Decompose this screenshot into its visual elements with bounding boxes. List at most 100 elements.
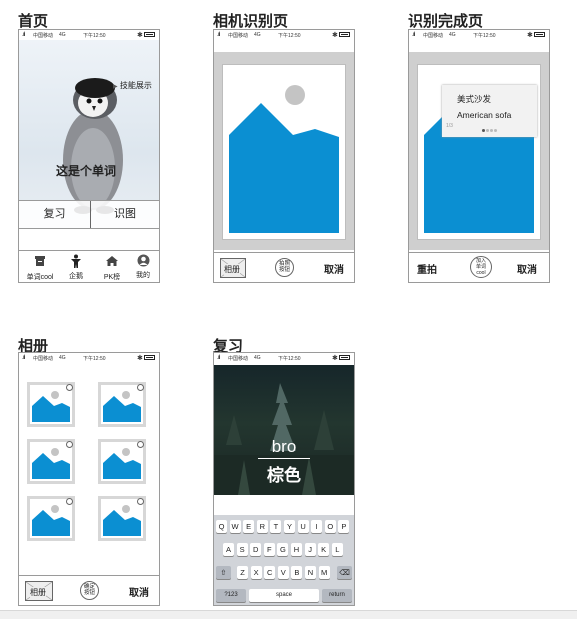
camera-bottom-bar: 相册 拍照 按钮 取消 — [214, 252, 354, 282]
photo-thumbnail[interactable] — [98, 496, 146, 541]
archive-icon — [35, 256, 45, 266]
word-english: bro — [271, 437, 297, 456]
key-l[interactable]: L — [331, 543, 343, 556]
tab-penguin[interactable]: 企鹅 — [61, 254, 91, 282]
phone-camera: .ııl 中国移动 4G 下午12:50 ✱ 相册 拍照 按钮 取消 — [213, 29, 355, 283]
confirm-button[interactable]: 确定 按钮 — [80, 581, 99, 600]
phone-review: .ııl 中国移动 4G 下午12:50 ✱ bro 棕色 QWERTYUIOP… — [213, 352, 355, 606]
bluetooth-icon: ✱ — [137, 32, 143, 39]
word-card[interactable]: 美式沙发 American sofa 1/3 — [442, 85, 537, 137]
key-i[interactable]: I — [311, 520, 323, 533]
key-s[interactable]: S — [236, 543, 248, 556]
status-bar: .ııl 中国移动 4G 下午12:50 ✱ — [19, 30, 159, 40]
album-button[interactable]: 相册 — [25, 581, 53, 601]
numbers-key[interactable]: ?123 — [216, 589, 246, 602]
key-t[interactable]: T — [270, 520, 282, 533]
key-h[interactable]: H — [291, 543, 302, 556]
shift-key[interactable]: ⇧ — [216, 566, 231, 579]
key-k[interactable]: K — [318, 543, 330, 556]
word-chinese: 棕色 — [267, 466, 301, 485]
key-p[interactable]: P — [338, 520, 350, 533]
network-label: 4G — [59, 355, 66, 361]
cancel-button[interactable]: 取消 — [517, 261, 537, 276]
carrier-label: 中国移动 — [228, 33, 249, 39]
bluetooth-icon: ✱ — [332, 32, 338, 39]
carrier-label: 中国移动 — [423, 33, 444, 39]
tab-wordcool[interactable]: 单词cool — [23, 254, 57, 282]
network-label: 4G — [59, 32, 66, 38]
select-circle[interactable] — [137, 384, 144, 391]
key-x[interactable]: X — [250, 566, 262, 579]
key-w[interactable]: W — [229, 520, 241, 533]
key-j[interactable]: J — [304, 543, 316, 556]
return-key[interactable]: return — [322, 589, 352, 602]
time-label: 下午12:50 — [83, 356, 106, 362]
key-o[interactable]: O — [324, 520, 336, 533]
image-placeholder — [222, 64, 346, 240]
battery-icon — [534, 32, 545, 37]
tab-bar: 单词cool 企鹅 PK榜 我的 — [19, 250, 159, 282]
photo-thumbnail[interactable] — [27, 496, 75, 541]
cancel-button[interactable]: 取消 — [324, 261, 344, 276]
carrier-label: 中国移动 — [228, 356, 249, 362]
retake-button[interactable]: 重拍 — [417, 261, 437, 276]
spacer — [214, 495, 354, 515]
key-r[interactable]: R — [256, 520, 268, 533]
key-n[interactable]: N — [305, 566, 316, 579]
tab-mine[interactable]: 我的 — [129, 254, 157, 282]
camera-viewfinder — [214, 52, 354, 250]
delete-key[interactable]: ⌫ — [337, 566, 352, 579]
key-e[interactable]: E — [243, 520, 255, 533]
shutter-button[interactable]: 拍照 按钮 — [275, 258, 294, 277]
key-d[interactable]: D — [250, 543, 262, 556]
time-label: 下午12:50 — [473, 33, 496, 39]
key-v[interactable]: V — [277, 566, 289, 579]
select-circle[interactable] — [66, 498, 73, 505]
select-circle[interactable] — [66, 384, 73, 391]
result-view: 美式沙发 American sofa 1/3 — [409, 52, 549, 250]
skill-showcase-link[interactable]: ▶ 技能展示 — [113, 80, 152, 91]
keyboard: QWERTYUIOP ASDFGHJKL ZXCVBNM ⇧ ⌫ ?123 sp… — [214, 515, 354, 605]
photo-thumbnail[interactable] — [98, 382, 146, 427]
signal-icon: .ııl — [412, 32, 416, 38]
select-circle[interactable] — [66, 441, 73, 448]
select-circle[interactable] — [137, 441, 144, 448]
time-label: 下午12:50 — [278, 33, 301, 39]
tab-pk-rank[interactable]: PK榜 — [97, 254, 127, 282]
signal-icon: .ııl — [22, 32, 26, 38]
key-q[interactable]: Q — [216, 520, 227, 533]
key-y[interactable]: Y — [284, 520, 295, 533]
add-to-wordcool-button[interactable]: 加入 单词 cool — [470, 256, 492, 278]
phone-done: .ııl 中国移动 4G 下午12:50 ✱ 美式沙发 American sof… — [408, 29, 550, 283]
signal-icon: .ııl — [22, 355, 26, 361]
home-icon — [106, 256, 118, 266]
page-dots — [482, 129, 497, 132]
key-g[interactable]: G — [277, 543, 289, 556]
select-circle[interactable] — [137, 498, 144, 505]
review-button[interactable]: 复习 — [19, 201, 90, 228]
photo-thumbnail[interactable] — [27, 439, 75, 484]
battery-icon — [339, 32, 350, 37]
signal-icon: .ııl — [217, 355, 221, 361]
key-u[interactable]: U — [297, 520, 309, 533]
key-f[interactable]: F — [263, 543, 275, 556]
key-z[interactable]: Z — [237, 566, 248, 579]
cancel-button[interactable]: 取消 — [129, 584, 149, 599]
play-icon: ▶ — [113, 84, 118, 90]
word-card-english: American sofa — [457, 110, 512, 120]
input-underline[interactable] — [258, 458, 310, 459]
key-b[interactable]: B — [291, 566, 303, 579]
photo-thumbnail[interactable] — [98, 439, 146, 484]
space-key[interactable]: space — [249, 589, 319, 602]
key-m[interactable]: M — [318, 566, 330, 579]
status-bar: .ııl 中国移动 4G 下午12:50 ✱ — [409, 30, 549, 40]
bluetooth-icon: ✱ — [137, 355, 143, 362]
key-c[interactable]: C — [264, 566, 276, 579]
photo-thumbnail[interactable] — [27, 382, 75, 427]
recognize-button[interactable]: 识图 — [91, 201, 159, 228]
battery-icon — [339, 355, 350, 360]
key-a[interactable]: A — [223, 543, 234, 556]
album-button[interactable]: 相册 — [220, 258, 246, 278]
landscape-image-icon — [229, 85, 339, 233]
done-bottom-bar: 重拍 加入 单词 cool 取消 — [409, 252, 549, 282]
